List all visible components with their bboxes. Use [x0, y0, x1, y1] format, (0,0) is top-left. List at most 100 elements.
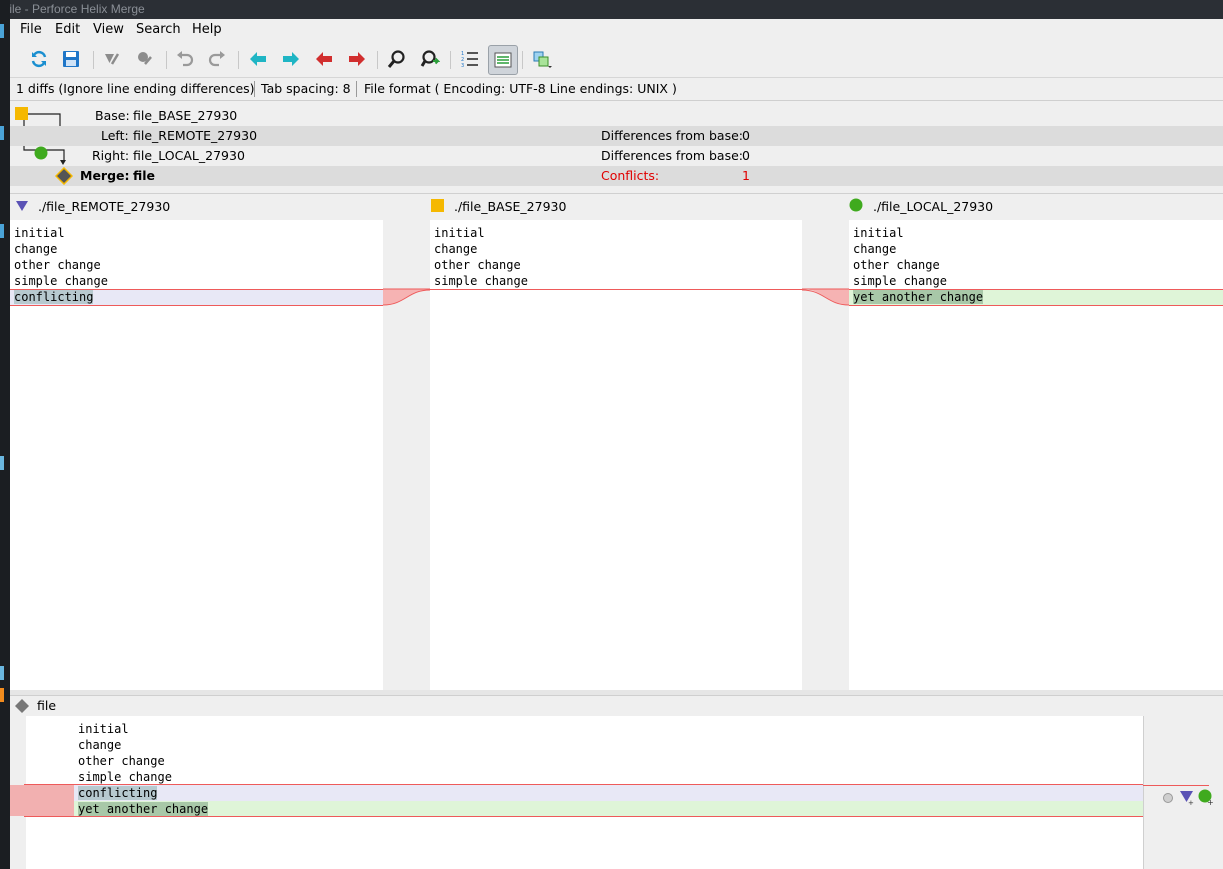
- layout-icon[interactable]: [528, 45, 556, 73]
- left-line: change: [14, 242, 58, 256]
- svg-text:3: 3: [461, 63, 464, 69]
- right-line: change: [853, 242, 897, 256]
- toolbar-separator: [166, 51, 167, 69]
- tab-spacing: Tab spacing: 8: [261, 81, 351, 96]
- merge-line: yet another change: [78, 801, 209, 817]
- conflict-gutter-mark[interactable]: [10, 785, 74, 816]
- right-label: Right:: [92, 148, 130, 163]
- merge-diamond-icon: [55, 167, 73, 185]
- find-icon[interactable]: [383, 45, 411, 73]
- merge-conflict-left-text: conflicting: [78, 786, 158, 800]
- toolbar-separator: [377, 51, 378, 69]
- diff-count: 1 diffs (Ignore line ending differences): [16, 81, 255, 96]
- right-line: yet another change: [853, 289, 984, 305]
- right-diff-count: 0: [742, 148, 750, 163]
- menu-search[interactable]: Search: [136, 22, 181, 37]
- svg-text:+: +: [1188, 799, 1194, 806]
- merge-line: initial: [78, 722, 129, 736]
- left-column-title: ./file_REMOTE_27930: [38, 199, 171, 214]
- accept-left-icon[interactable]: +: [1178, 788, 1196, 806]
- show-merged-icon[interactable]: [488, 45, 518, 75]
- base-line: simple change: [434, 274, 528, 288]
- merge-pane-title: file: [37, 698, 57, 713]
- file-format: File format ( Encoding: UTF-8 Line endin…: [364, 81, 677, 96]
- desktop-icon: [0, 24, 4, 38]
- accept-right-icon[interactable]: [131, 45, 159, 73]
- base-column-title: ./file_BASE_27930: [454, 199, 567, 214]
- redo-icon[interactable]: [203, 45, 231, 73]
- right-line: other change: [853, 258, 940, 272]
- base-label: Base:: [95, 108, 130, 123]
- base-pane[interactable]: initial change other change simple chang…: [430, 220, 802, 690]
- merge-conflict-right-text: yet another change: [78, 802, 209, 816]
- left-diff-count: 0: [742, 128, 750, 143]
- merge-line: other change: [78, 754, 165, 768]
- merge-diamond-icon: [15, 699, 29, 713]
- base-row: Base: file_BASE_27930: [10, 106, 1223, 126]
- merge-window: File Edit View Search Help 1 2 3 1 diffs…: [10, 19, 1223, 869]
- menu-bar: File Edit View Search Help: [10, 19, 1223, 41]
- desktop-icon: [0, 688, 4, 702]
- merge-header: Base: file_BASE_27930 Left: file_REMOTE_…: [10, 101, 1223, 191]
- accept-right-icon[interactable]: +: [1197, 788, 1215, 806]
- menu-edit[interactable]: Edit: [55, 22, 80, 37]
- left-diff-label: Differences from base:: [601, 128, 743, 143]
- right-column-title: ./file_LOCAL_27930: [873, 199, 994, 214]
- merge-label: Merge:: [80, 168, 130, 183]
- toolbar-separator: [238, 51, 239, 69]
- line-numbers-icon[interactable]: 123: [456, 45, 484, 73]
- left-line: other change: [14, 258, 101, 272]
- prev-diff-icon[interactable]: [244, 45, 272, 73]
- prev-conflict-icon[interactable]: [310, 45, 338, 73]
- left-line: simple change: [14, 274, 108, 288]
- title-bar: file - Perforce Helix Merge: [0, 0, 1223, 19]
- next-conflict-icon[interactable]: [343, 45, 371, 73]
- left-line: initial: [14, 226, 65, 240]
- right-pane[interactable]: initial change other change simple chang…: [849, 220, 1223, 690]
- merge-choice-panel: + +: [1143, 716, 1223, 869]
- diff-connector: [802, 288, 849, 306]
- left-pane[interactable]: initial change other change simple chang…: [10, 220, 383, 690]
- menu-view[interactable]: View: [93, 22, 124, 37]
- choice-line: [1143, 785, 1209, 786]
- merge-file: file: [133, 168, 156, 183]
- accept-base-icon[interactable]: [1162, 792, 1174, 804]
- menu-file[interactable]: File: [20, 22, 42, 37]
- diff-connector: [383, 288, 430, 306]
- merge-gutter: [10, 716, 74, 869]
- desktop-icon: [0, 456, 4, 470]
- conflict-left-band: [74, 785, 1143, 801]
- undo-icon[interactable]: [171, 45, 199, 73]
- merge-line: change: [78, 738, 122, 752]
- toolbar: 123: [10, 41, 1223, 78]
- merge-result-pane[interactable]: initial change other change simple chang…: [24, 716, 1143, 869]
- base-file: file_BASE_27930: [133, 108, 238, 123]
- base-line: initial: [434, 226, 485, 240]
- refresh-icon[interactable]: [25, 45, 53, 73]
- desktop-icon: [0, 666, 4, 680]
- right-row: Right: file_LOCAL_27930 Differences from…: [10, 146, 1223, 166]
- conflicts-count: 1: [742, 168, 750, 183]
- left-row: Left: file_REMOTE_27930 Differences from…: [10, 126, 1223, 146]
- info-bar: 1 diffs (Ignore line ending differences)…: [10, 78, 1223, 101]
- merge-line: conflicting: [78, 785, 158, 801]
- right-diff-label: Differences from base:: [601, 148, 743, 163]
- save-icon[interactable]: [57, 45, 85, 73]
- base-marker-icon: [431, 199, 444, 212]
- right-marker-icon: [849, 198, 863, 212]
- conflict-marker-line: [430, 289, 802, 290]
- left-gutter: [383, 220, 430, 690]
- menu-help[interactable]: Help: [192, 22, 222, 37]
- desktop-icon: [0, 126, 4, 140]
- accept-left-icon[interactable]: [98, 45, 126, 73]
- column-headers: ./file_REMOTE_27930 ./file_BASE_27930 ./…: [10, 193, 1223, 221]
- find-next-icon[interactable]: [416, 45, 444, 73]
- conflict-text: yet another change: [853, 290, 984, 304]
- merge-row: Merge: file Conflicts: 1: [10, 166, 1223, 186]
- merge-line: simple change: [78, 770, 172, 784]
- info-separator: [356, 81, 357, 97]
- left-label: Left:: [101, 128, 129, 143]
- conflict-text: conflicting: [14, 290, 94, 304]
- next-diff-icon[interactable]: [277, 45, 305, 73]
- base-line: change: [434, 242, 478, 256]
